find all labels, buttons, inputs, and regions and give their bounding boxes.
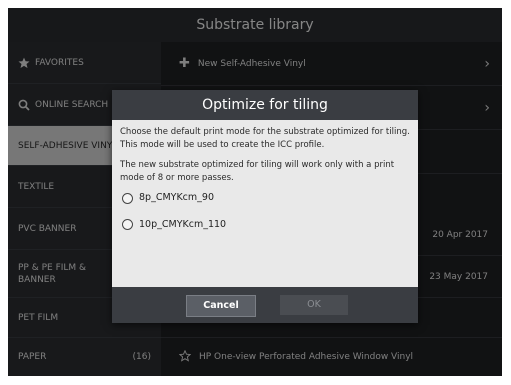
app-screen: Substrate library FAVORITES ONLINE SEARC… <box>8 8 502 376</box>
print-mode-option-8p[interactable]: 8p_CMYKcm_90 <box>122 192 410 205</box>
radio-button[interactable] <box>122 192 133 204</box>
dialog-title: Optimize for tiling <box>112 90 418 120</box>
print-mode-label: 10p_CMYKcm_110 <box>139 218 227 230</box>
dialog-note: The new substrate optimized for tiling w… <box>120 160 395 183</box>
ok-button[interactable]: OK <box>280 295 348 315</box>
print-mode-label: 8p_CMYKcm_90 <box>139 192 215 203</box>
cancel-button[interactable]: Cancel <box>186 295 256 317</box>
radio-button[interactable] <box>122 219 133 231</box>
dialog-footer: Cancel OK <box>112 287 418 323</box>
dialog-description: Choose the default print mode for the su… <box>120 127 410 150</box>
optimize-tiling-dialog: Optimize for tiling Choose the default p… <box>112 90 418 323</box>
dialog-body: Choose the default print mode for the su… <box>112 120 418 231</box>
print-mode-option-10p[interactable]: 10p_CMYKcm_110 <box>122 219 410 232</box>
